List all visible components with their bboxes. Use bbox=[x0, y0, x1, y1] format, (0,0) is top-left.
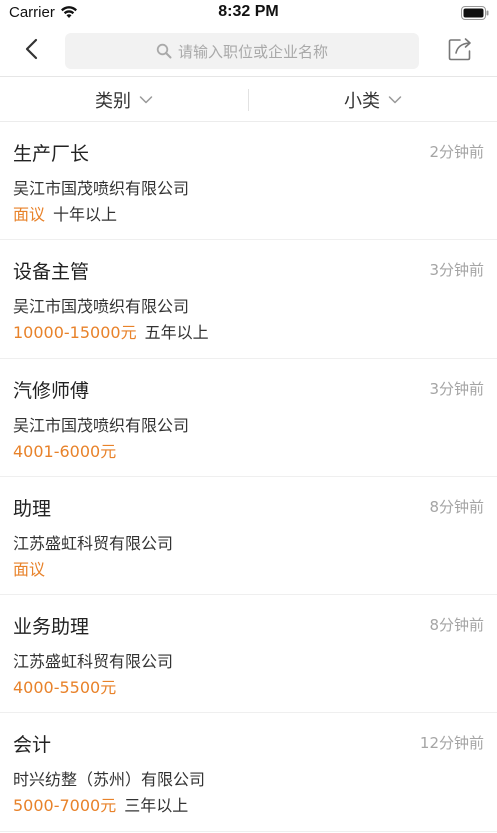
job-company: 吴江市国茂喷织有限公司 bbox=[13, 297, 190, 317]
status-bar: Carrier 8:32 PM bbox=[0, 0, 497, 26]
job-meta: 10000-15000元 五年以上 bbox=[13, 319, 209, 343]
job-meta: 4001-6000元 bbox=[13, 438, 116, 462]
job-company: 时兴纺整（苏州）有限公司 bbox=[13, 770, 206, 790]
battery-icon bbox=[461, 5, 489, 20]
job-meta: 面议 bbox=[13, 556, 45, 580]
job-posted-time: 8分钟前 bbox=[429, 616, 484, 635]
job-posted-time: 8分钟前 bbox=[429, 497, 484, 516]
job-title: 业务助理 bbox=[13, 616, 90, 639]
job-posted-time: 3分钟前 bbox=[429, 379, 484, 398]
job-title: 会计 bbox=[13, 734, 52, 757]
job-title: 生产厂长 bbox=[13, 143, 90, 165]
filter-bar: 类别 小类 bbox=[0, 78, 497, 122]
job-meta: 4000-5500元 bbox=[13, 674, 116, 698]
job-list-item[interactable]: 会计 12分钟前 时兴纺整（苏州）有限公司 5000-7000元 三年以上 bbox=[0, 713, 497, 832]
job-list-item[interactable]: 助理 8分钟前 江苏盛虹科贸有限公司 面议 bbox=[0, 477, 497, 596]
job-experience: 十年以上 bbox=[53, 205, 118, 224]
job-experience: 三年以上 bbox=[124, 796, 189, 816]
filter-subcategory[interactable]: 小类 bbox=[249, 78, 497, 121]
job-meta: 5000-7000元 三年以上 bbox=[13, 792, 188, 816]
job-company: 江苏盛虹科贸有限公司 bbox=[13, 652, 174, 672]
chevron-down-icon bbox=[388, 95, 402, 105]
search-placeholder: 请输入职位或企业名称 bbox=[177, 42, 328, 61]
search-input[interactable]: 请输入职位或企业名称 bbox=[65, 33, 419, 69]
job-list: 生产厂长 2分钟前 吴江市国茂喷织有限公司 面议 十年以上 设备主管 3分钟前 吴… bbox=[0, 122, 497, 832]
clock: 8:32 PM bbox=[218, 3, 279, 20]
job-title: 设备主管 bbox=[13, 261, 90, 284]
job-posted-time: 3分钟前 bbox=[429, 261, 484, 280]
job-salary: 10000-15000元 bbox=[13, 323, 137, 343]
search-icon bbox=[156, 43, 172, 59]
filter-subcategory-label: 小类 bbox=[344, 90, 380, 112]
job-title: 助理 bbox=[13, 497, 52, 520]
filter-category-label: 类别 bbox=[95, 90, 131, 112]
job-title: 汽修师傅 bbox=[13, 379, 90, 402]
job-salary: 4001-6000元 bbox=[13, 441, 117, 461]
share-button[interactable] bbox=[446, 36, 476, 66]
job-experience: 五年以上 bbox=[144, 323, 209, 343]
job-salary: 面议 bbox=[13, 559, 46, 579]
back-button[interactable] bbox=[16, 36, 46, 66]
chevron-down-icon bbox=[139, 95, 153, 105]
job-company: 吴江市国茂喷织有限公司 bbox=[13, 179, 190, 198]
job-company: 吴江市国茂喷织有限公司 bbox=[13, 415, 190, 435]
job-list-item[interactable]: 设备主管 3分钟前 吴江市国茂喷织有限公司 10000-15000元 五年以上 bbox=[0, 240, 497, 359]
job-meta: 面议 十年以上 bbox=[13, 201, 117, 225]
job-list-item[interactable]: 业务助理 8分钟前 江苏盛虹科贸有限公司 4000-5500元 bbox=[0, 595, 497, 714]
filter-category[interactable]: 类别 bbox=[0, 78, 248, 121]
job-list-item[interactable]: 生产厂长 2分钟前 吴江市国茂喷织有限公司 面议 十年以上 bbox=[0, 122, 497, 241]
job-list-item[interactable]: 汽修师傅 3分钟前 吴江市国茂喷织有限公司 4001-6000元 bbox=[0, 359, 497, 477]
nav-bar: 请输入职位或企业名称 bbox=[0, 26, 497, 77]
chevron-left-icon bbox=[24, 38, 38, 64]
job-posted-time: 2分钟前 bbox=[429, 143, 484, 161]
job-posted-time: 12分钟前 bbox=[419, 734, 484, 753]
job-salary: 面议 bbox=[13, 205, 46, 224]
job-salary: 4000-5500元 bbox=[13, 678, 117, 698]
share-icon bbox=[448, 37, 474, 65]
job-company: 江苏盛虹科贸有限公司 bbox=[13, 533, 174, 553]
job-salary: 5000-7000元 bbox=[13, 796, 117, 816]
